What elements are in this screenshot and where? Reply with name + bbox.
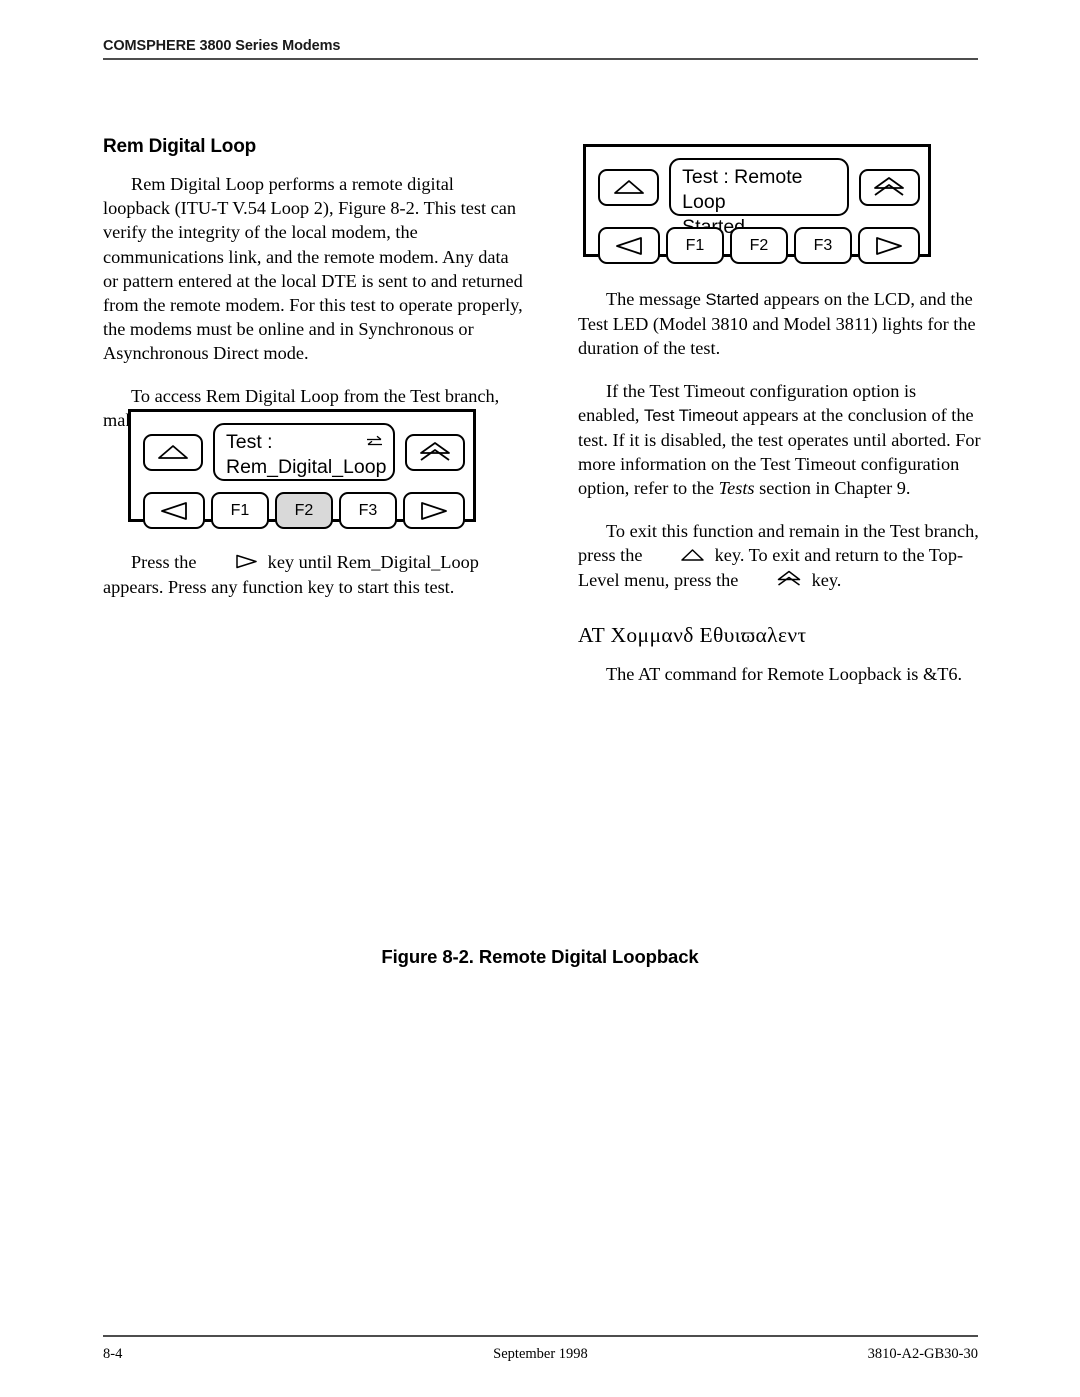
panel-top-row: Test : Rem_Digital_Loop: [143, 423, 465, 481]
page-header: COMSPHERE 3800 Series Modems: [103, 38, 978, 60]
header-title: COMSPHERE 3800 Series Modems: [103, 38, 341, 54]
footer-document-number: 3810-A2-GB30-30: [867, 1346, 978, 1362]
paragraph-started-message: The message Started appears on the LCD, …: [578, 287, 982, 361]
left-arrow-icon: [616, 236, 642, 255]
paragraph-test-timeout: If the Test Timeout configuration option…: [578, 379, 982, 501]
top-level-key[interactable]: [858, 168, 921, 206]
exit-text-after: key.: [811, 570, 842, 591]
lcd-line-1: Test : Remote Loop: [682, 166, 803, 213]
paragraph-at-command: The AT command for Remote Loopback is &T…: [606, 664, 963, 685]
left-arrow-key[interactable]: [598, 227, 660, 264]
up-arrow-icon: [158, 445, 188, 459]
right-column: The message Started appears on the LCD, …: [578, 287, 982, 704]
timeout-text-after: section in Chapter 9.: [759, 478, 911, 499]
paragraph-rem-digital-loop-description: Rem Digital Loop performs a remote digit…: [103, 174, 523, 364]
function-key-f3[interactable]: F3: [794, 227, 852, 264]
double-triangle-icon: [420, 442, 450, 461]
tests-section-reference: Tests: [718, 478, 755, 499]
footer-row: 8-4 September 1998 3810-A2-GB30-30: [103, 1346, 978, 1363]
paragraph-press-key: Press the key until Rem_Digital_Loop app…: [103, 550, 523, 599]
footer-rule: [103, 1335, 978, 1337]
data-exchange-icon: [366, 430, 383, 455]
at-command-equivalent-heading: ΑΤ Χομμανδ Εθυιϖαλεντ: [578, 623, 807, 648]
up-arrow-key-inline-icon: [652, 544, 705, 568]
function-key-f1[interactable]: F1: [666, 227, 724, 264]
up-arrow-key[interactable]: [143, 433, 203, 471]
paragraph-press-key-wrapper: Press the key until Rem_Digital_Loop app…: [103, 550, 523, 617]
page-footer: 8-4 September 1998 3810-A2-GB30-30: [103, 1335, 978, 1363]
lcd-message-started: Started: [705, 290, 760, 309]
lcd-message-test-timeout: Test Timeout: [644, 405, 739, 425]
up-arrow-icon: [613, 180, 644, 194]
top-level-key[interactable]: [405, 433, 465, 471]
lcd-display: Test : Remote Loop Started: [669, 158, 849, 238]
right-arrow-key[interactable]: [403, 492, 465, 529]
function-key-f2[interactable]: F2: [275, 492, 333, 529]
panel-bottom-row: F1 F2 F3: [143, 492, 465, 529]
left-arrow-key[interactable]: [143, 492, 205, 529]
left-column: Rem Digital Loop Rem Digital Loop perfor…: [103, 136, 523, 450]
panel-bottom-row: F1 F2 F3: [598, 227, 920, 264]
footer-page-number: 8-4: [103, 1346, 123, 1362]
function-key-f1[interactable]: F1: [211, 492, 269, 529]
started-text-before: The message: [606, 289, 701, 309]
press-key-text-before: Press the: [131, 552, 197, 572]
panel-top-row: Test : Remote Loop Started: [598, 158, 921, 238]
left-arrow-icon: [161, 501, 187, 520]
right-arrow-key[interactable]: [858, 227, 920, 264]
lcd-display: Test : Rem_Digital_Loop: [213, 423, 395, 481]
function-key-f3[interactable]: F3: [339, 492, 397, 529]
test-remote-loop-started-panel: Test : Remote Loop Started F1 F2 F3: [583, 144, 931, 264]
double-triangle-icon: [874, 177, 905, 196]
lcd-line-2: Rem_Digital_Loop: [226, 456, 387, 478]
test-rem-digital-loop-panel: Test : Rem_Digital_Loop F1 F2 F3: [128, 409, 476, 529]
paragraph-exit-instructions: To exit this function and remain in the …: [578, 519, 982, 594]
up-arrow-key[interactable]: [598, 168, 660, 206]
page-title: Rem Digital Loop: [103, 136, 257, 157]
right-arrow-key-inline-icon: [206, 551, 258, 575]
function-key-f2[interactable]: F2: [730, 227, 788, 264]
figure-caption: Figure 8-2. Remote Digital Loopback: [381, 946, 699, 967]
right-arrow-icon: [876, 236, 902, 255]
header-rule: [103, 58, 978, 60]
lcd-line-1: Test :: [226, 431, 273, 453]
footer-date: September 1998: [493, 1346, 588, 1362]
top-level-key-inline-icon: [748, 569, 802, 593]
right-arrow-icon: [421, 501, 447, 520]
